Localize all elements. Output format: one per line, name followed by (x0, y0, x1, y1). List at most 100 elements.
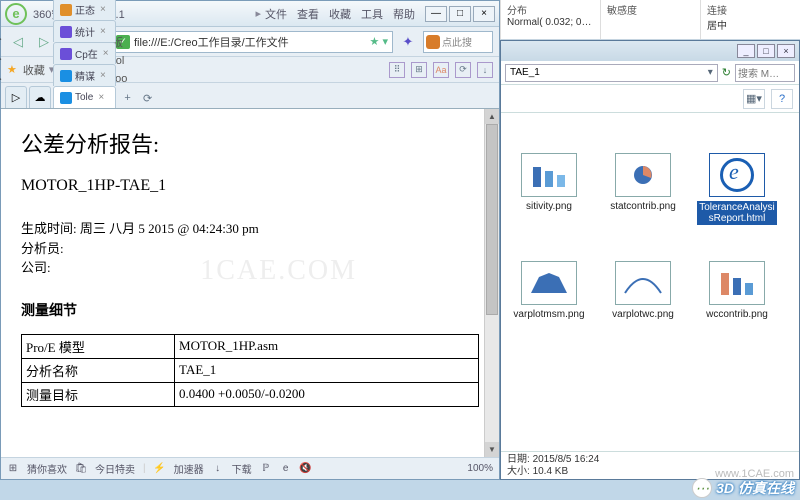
close-icon[interactable]: × (473, 6, 495, 22)
fav-label[interactable]: 收藏 (23, 62, 45, 78)
tab-close-icon[interactable]: × (98, 92, 104, 103)
forward-button[interactable]: ▷ (33, 31, 55, 53)
file-name: varplotwc.png (612, 309, 674, 320)
explorer-window: _ □ × TAE_1▾ ↻ 搜索 M… ▦▾ ? sitivity.png st… (500, 40, 800, 480)
tab-Tole[interactable]: Tole× (53, 86, 116, 108)
new-tab-button[interactable]: + (118, 88, 138, 108)
toolbar-icon-5[interactable]: ↓ (477, 62, 493, 78)
explorer-toolbar: ▦▾ ? (501, 85, 799, 113)
address-bar[interactable]: ✓ file:///E:/Creo工作目录/工作文件 ★ ▾ (111, 31, 393, 53)
table-row: Pro/E 模型MOTOR_1HP.asm (22, 334, 479, 358)
browser-window: e 360安全浏览器 7.1 ▸ 文件查看收藏工具帮助 — □ × ◁ ▷ ↻ … (0, 0, 500, 480)
stats-header: 分布Normal( 0.032; 0… 敏感度 连接居中 (500, 0, 800, 40)
report-title: 公差分析报告: (21, 127, 479, 159)
browser-menu: 文件查看收藏工具帮助 (265, 6, 415, 22)
status-item-3[interactable]: 下载 (232, 461, 252, 476)
toolbar-icon-2[interactable]: ⊞ (411, 62, 427, 78)
status-item-2[interactable]: 加速器 (174, 461, 204, 476)
file-name: ToleranceAnalysisReport.html (697, 201, 777, 225)
tab-close-icon[interactable]: × (100, 26, 106, 37)
menu-工具[interactable]: 工具 (361, 6, 383, 22)
tab-close-icon[interactable]: × (100, 4, 106, 15)
status-dl-icon[interactable]: ↓ (212, 463, 224, 475)
search-box[interactable]: 点此搜 (423, 31, 493, 53)
status-zoom[interactable]: 100% (467, 463, 493, 474)
tab-精谋[interactable]: 精谋× (53, 64, 116, 86)
file-thumb (615, 153, 671, 197)
menu-收藏[interactable]: 收藏 (329, 6, 351, 22)
page-content: 1CAE.COM 公差分析报告: MOTOR_1HP-TAE_1 生成时间: 周… (1, 109, 499, 457)
file-name: wccontrib.png (706, 309, 768, 320)
status-e-icon[interactable]: e (280, 463, 292, 475)
paw-icon (426, 35, 440, 49)
explorer-body[interactable]: sitivity.png statcontrib.png ToleranceAnal… (501, 113, 799, 451)
file-name: statcontrib.png (610, 201, 676, 212)
col-sens-h: 敏感度 (607, 2, 694, 17)
explorer-min-icon[interactable]: _ (737, 44, 755, 58)
table-row: 测量目标0.0400 +0.0050/-0.0200 (22, 382, 479, 406)
status-grid-icon[interactable]: ⊞ (7, 463, 19, 475)
max-icon[interactable]: □ (449, 6, 471, 22)
page-scrollbar[interactable]: ▲ ▼ (484, 109, 499, 457)
col-conn-h: 连接 (707, 2, 794, 17)
tab-Cp在[interactable]: Cp在× (53, 42, 116, 64)
cloud-tab[interactable]: ☁ (29, 86, 51, 108)
tab-统计[interactable]: 统计× (53, 20, 116, 42)
file-wccontrib.png[interactable]: wccontrib.png (697, 261, 777, 351)
file-thumb (709, 261, 765, 305)
toolbar-icon-4[interactable]: ⟳ (455, 62, 471, 78)
tab-正态[interactable]: 正态× (53, 0, 116, 20)
tab-menu-icon[interactable]: ⟳ (138, 88, 158, 108)
explorer-address[interactable]: TAE_1▾ (505, 64, 718, 82)
explorer-search[interactable]: 搜索 M… (735, 64, 795, 82)
explorer-max-icon[interactable]: □ (757, 44, 775, 58)
help-icon[interactable]: ? (771, 89, 793, 109)
tab-icon (60, 48, 72, 60)
menu-帮助[interactable]: 帮助 (393, 6, 415, 22)
explorer-titlebar[interactable]: _ □ × (501, 41, 799, 61)
browser-statusbar: ⊞ 猜你喜欢 🛍 今日特卖 | ⚡ 加速器 ↓ 下载 ℙ e 🔇 100% (1, 457, 499, 479)
tab-bar: ▷ ☁ 正态×统计×Cp在×精谋×Tole× + ⟳ (1, 83, 499, 109)
toolbar-icon-3[interactable]: Aa (433, 62, 449, 78)
toolbar-icon-1[interactable]: ⠿ (389, 62, 405, 78)
report-meta: 生成时间: 周三 八月 5 2015 @ 04:24:30 pm 分析员: 公司… (21, 219, 479, 278)
tab-icon (60, 70, 72, 82)
ext-icon[interactable]: ✦ (397, 31, 419, 53)
scroll-down-icon[interactable]: ▼ (485, 442, 499, 457)
file-name: sitivity.png (526, 201, 572, 212)
scroll-up-icon[interactable]: ▲ (485, 109, 499, 124)
status-p-icon[interactable]: ℙ (260, 463, 272, 475)
tab-icon (60, 26, 72, 38)
file-varplotmsm.png[interactable]: varplotmsm.png (509, 261, 589, 351)
tab-close-icon[interactable]: × (103, 48, 109, 59)
menu-chevron-icon[interactable]: ▸ (255, 7, 261, 20)
section-heading: 测量细节 (21, 300, 479, 320)
file-varplotwc.png[interactable]: varplotwc.png (603, 261, 683, 351)
file-statcontrib.png[interactable]: statcontrib.png (603, 153, 683, 243)
menu-查看[interactable]: 查看 (297, 6, 319, 22)
tab-icon (60, 92, 72, 104)
file-thumb (521, 261, 577, 305)
status-sale-icon[interactable]: 🛍 (75, 463, 87, 475)
file-thumb (615, 261, 671, 305)
tab-close-icon[interactable]: × (100, 70, 106, 81)
report-subtitle: MOTOR_1HP-TAE_1 (21, 177, 479, 195)
explorer-refresh-icon[interactable]: ↻ (722, 66, 731, 79)
file-sitivity.png[interactable]: sitivity.png (509, 153, 589, 243)
min-icon[interactable]: — (425, 6, 447, 22)
view-mode-icon[interactable]: ▦▾ (743, 89, 765, 109)
status-speed-icon[interactable]: ⚡ (154, 463, 166, 475)
explorer-close-icon[interactable]: × (777, 44, 795, 58)
left-fragment: ▸▸▸ (0, 30, 14, 89)
file-name: varplotmsm.png (513, 309, 584, 320)
status-item-0[interactable]: 猜你喜欢 (27, 461, 67, 476)
file-ToleranceAnalysisReport.html[interactable]: ToleranceAnalysisReport.html (697, 153, 777, 243)
file-thumb (521, 153, 577, 197)
file-thumb (709, 153, 765, 197)
explorer-addrbar: TAE_1▾ ↻ 搜索 M… (501, 61, 799, 85)
status-item-1[interactable]: 今日特卖 (95, 461, 135, 476)
status-mute-icon[interactable]: 🔇 (300, 463, 312, 475)
scroll-thumb[interactable] (486, 124, 498, 315)
tab-icon (60, 4, 72, 16)
menu-文件[interactable]: 文件 (265, 6, 287, 22)
